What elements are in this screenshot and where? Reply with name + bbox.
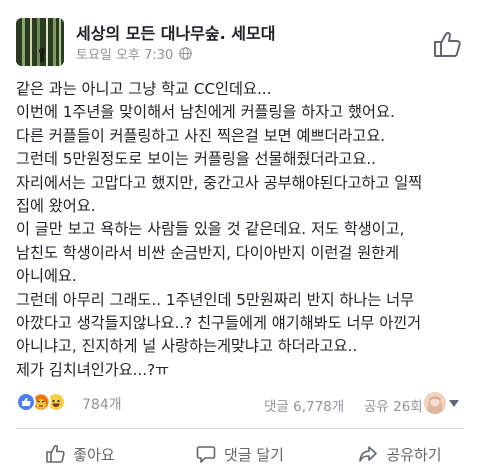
comment-icon — [196, 446, 216, 463]
post-stats: 784개 댓글 6,778개 공유 26회 — [0, 392, 480, 418]
post-meta: 토요일 오후 7:30 — [76, 44, 193, 63]
body-line: 아니냐고, 진지하게 널 사랑하는게맞냐고 하더라고요.. — [16, 337, 358, 356]
like-button[interactable]: 좋아요 — [0, 432, 160, 476]
body-line: 이 글만 보고 욕하는 사람들 있을 것 같은데요. 저도 학생이고, — [16, 220, 405, 239]
body-line: 그런데 아무리 그래도.. 1주년인데 5만원짜리 반지 하나는 너무 — [16, 290, 415, 309]
share-count[interactable]: 공유 26회 — [364, 395, 423, 415]
share-label: 공유하기 — [386, 445, 442, 464]
share-arrow-icon — [359, 446, 378, 462]
share-button[interactable]: 공유하기 — [320, 432, 480, 476]
bamboo-forest-image — [16, 18, 64, 66]
body-line: 아깠다고 생각들지않나요..? 친구들에게 얘기해봐도 너무 아낀거 — [16, 314, 422, 333]
post-timestamp[interactable]: 토요일 오후 7:30 — [76, 44, 173, 63]
chevron-down-icon[interactable] — [449, 400, 459, 408]
body-line: 아니에요. — [16, 267, 77, 286]
page-name[interactable]: 세상의 모든 대나무숲. 세모대 — [76, 20, 275, 44]
comment-count[interactable]: 댓글 6,778개 — [264, 395, 344, 415]
like-page-button[interactable] — [432, 30, 462, 58]
reaction-count[interactable]: 784개 — [82, 394, 122, 414]
body-line: 자리에서는 고맙다고 했지만, 중간고사 공부해야된다고하고 일찍 — [16, 173, 423, 192]
body-line: 그런데 5만원정도로 보이는 커플링을 선물해줬더라고요.. — [16, 150, 376, 169]
thumbs-up-icon — [434, 31, 461, 57]
body-line: 남친도 학생이라서 비싼 순금반지, 다이아반지 이런걸 원한게 — [16, 243, 400, 262]
body-line: 제가 김치녀인가요...?ㅠ — [16, 360, 170, 379]
page-avatar[interactable] — [16, 18, 64, 66]
facebook-post: 세상의 모든 대나무숲. 세모대 토요일 오후 7:30 같은 과는 아니고 그… — [0, 0, 480, 476]
viewer-avatar[interactable] — [424, 392, 446, 414]
like-icon — [16, 392, 36, 412]
globe-icon — [179, 47, 193, 60]
post-header: 세상의 모든 대나무숲. 세모대 토요일 오후 7:30 — [0, 0, 480, 68]
body-line: 이번에 1주년을 맞이해서 남친에게 커플링을 하자고 했어요. — [16, 103, 395, 122]
comment-button[interactable]: 댓글 달기 — [160, 432, 320, 476]
divider — [16, 428, 464, 429]
body-line: 같은 과는 아니고 그냥 학교 CC인데요... — [16, 80, 272, 98]
profile-photo — [424, 392, 446, 414]
reaction-icons[interactable] — [16, 392, 66, 412]
body-line: 다른 커플들이 커플링하고 사진 찍은걸 보면 예쁘더라고요. — [16, 126, 386, 145]
body-line: 집에 왔어요. — [16, 197, 96, 216]
thumbs-up-icon — [46, 444, 65, 463]
action-bar: 좋아요 댓글 달기 공유하기 — [0, 432, 480, 476]
post-body: 같은 과는 아니고 그냥 학교 CC인데요... 이번에 1주년을 맞이해서 남… — [16, 78, 472, 382]
like-label: 좋아요 — [73, 445, 115, 464]
comment-label: 댓글 달기 — [224, 445, 284, 464]
